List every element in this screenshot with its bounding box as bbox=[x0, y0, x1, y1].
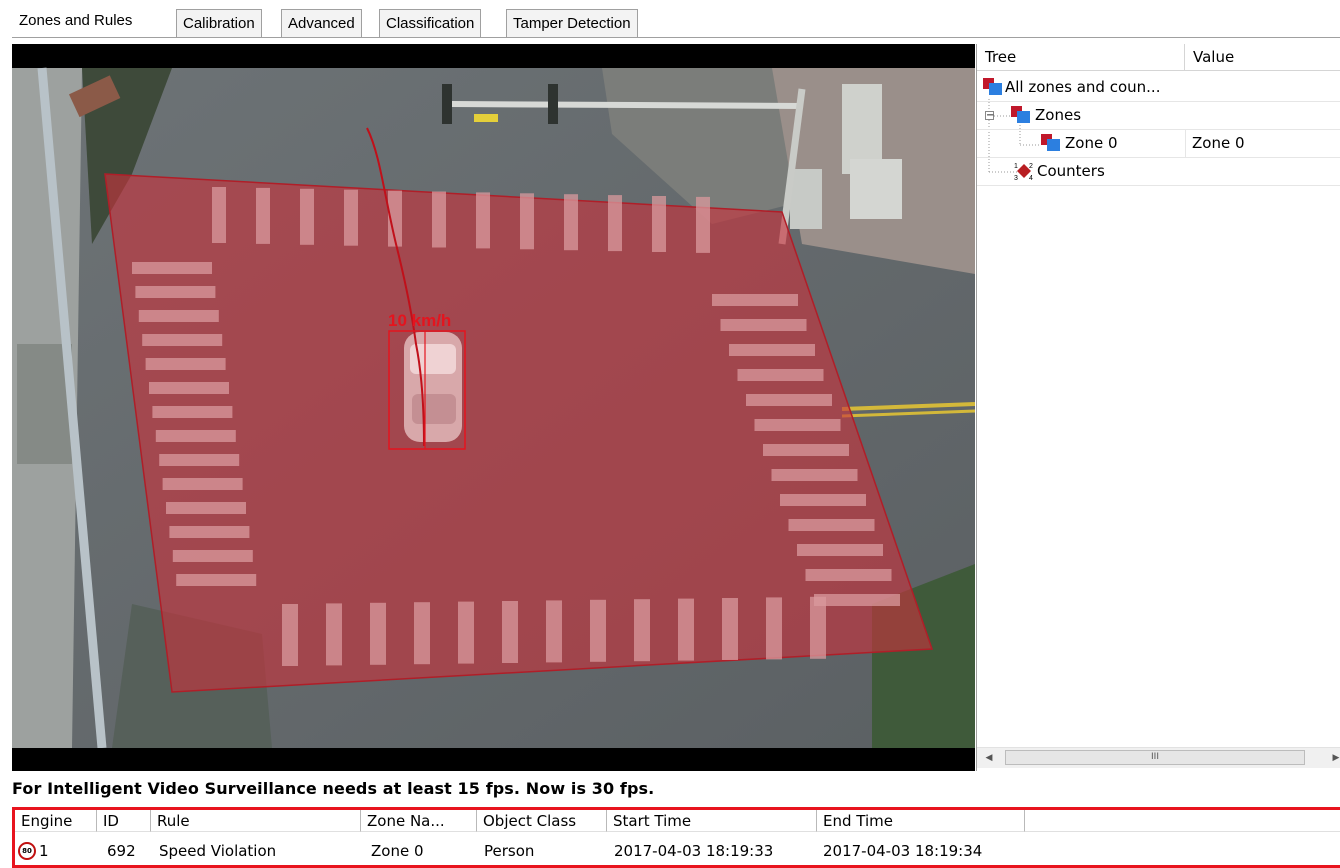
tree-item-label: Counters bbox=[1037, 162, 1105, 180]
table-row[interactable]: 80 1 692 Speed Violation Zone 0 Person 2… bbox=[15, 837, 1340, 865]
cell-zone-name: Zone 0 bbox=[371, 842, 424, 860]
zones-tree-panel: Tree Value All zones and coun... − Zones… bbox=[976, 44, 1340, 771]
column-end-time[interactable]: End Time bbox=[817, 810, 1025, 832]
tab-tamper-detection[interactable]: Tamper Detection bbox=[506, 9, 638, 37]
tab-bar: Zones and Rules Calibration Advanced Cla… bbox=[12, 6, 1340, 38]
cell-end-time: 2017-04-03 18:19:34 bbox=[823, 842, 983, 860]
tree-item-label: Zone 0 bbox=[1065, 134, 1118, 152]
tree-item-all-zones[interactable]: All zones and coun... bbox=[977, 73, 1340, 102]
svg-text:4: 4 bbox=[1029, 175, 1033, 181]
tab-calibration[interactable]: Calibration bbox=[176, 9, 262, 37]
tracked-vehicle bbox=[404, 332, 462, 442]
tree-item-value: Zone 0 bbox=[1185, 129, 1245, 157]
object-speed-label: 10 km/h bbox=[388, 311, 451, 330]
scroll-left-icon[interactable]: ◀ bbox=[979, 748, 999, 768]
column-rule[interactable]: Rule bbox=[151, 810, 361, 832]
tab-zones-and-rules[interactable]: Zones and Rules bbox=[12, 6, 140, 38]
svg-text:3: 3 bbox=[1014, 175, 1018, 181]
tab-classification[interactable]: Classification bbox=[379, 9, 482, 37]
column-filler bbox=[1025, 810, 1340, 832]
tab-advanced[interactable]: Advanced bbox=[281, 9, 362, 37]
status-message: For Intelligent Video Surveillance needs… bbox=[12, 779, 655, 798]
column-id[interactable]: ID bbox=[97, 810, 151, 832]
speed-limit-icon: 80 bbox=[18, 842, 36, 860]
camera-frame: 10 km/h bbox=[12, 44, 975, 771]
zones-icon bbox=[1011, 106, 1031, 124]
column-zone-name[interactable]: Zone Na... bbox=[361, 810, 477, 832]
video-view[interactable]: 10 km/h bbox=[12, 44, 975, 771]
column-object-class[interactable]: Object Class bbox=[477, 810, 607, 832]
svg-text:2: 2 bbox=[1029, 163, 1033, 170]
cell-object-class: Person bbox=[484, 842, 535, 860]
column-start-time[interactable]: Start Time bbox=[607, 810, 817, 832]
zone-icon bbox=[1041, 134, 1061, 152]
collapse-icon[interactable]: − bbox=[985, 111, 994, 121]
zones-icon bbox=[983, 78, 1003, 96]
tree-item-label: All zones and coun... bbox=[1005, 78, 1161, 96]
tree-item-counters[interactable]: 1 2 3 4 Counters bbox=[977, 157, 1340, 186]
events-table-header: Engine ID Rule Zone Na... Object Class S… bbox=[15, 810, 1340, 832]
svg-text:1: 1 bbox=[1014, 163, 1018, 170]
horizontal-scrollbar[interactable]: ◀ III ▶ bbox=[977, 747, 1340, 768]
cell-start-time: 2017-04-03 18:19:33 bbox=[614, 842, 774, 860]
value-column-header[interactable]: Value bbox=[1185, 44, 1340, 70]
cell-id: 692 bbox=[107, 842, 136, 860]
scrollbar-thumb[interactable]: III bbox=[1005, 750, 1305, 765]
counters-icon: 1 2 3 4 bbox=[1014, 163, 1033, 181]
cell-engine: 1 bbox=[39, 842, 49, 860]
cell-rule: Speed Violation bbox=[159, 842, 277, 860]
tree-item-label: Zones bbox=[1035, 106, 1082, 124]
scroll-right-icon[interactable]: ▶ bbox=[1326, 748, 1340, 768]
column-engine[interactable]: Engine bbox=[15, 810, 97, 832]
tree-item-zones[interactable]: − Zones bbox=[977, 101, 1340, 130]
tree-item-zone-0[interactable]: Zone 0 Zone 0 bbox=[977, 129, 1340, 158]
events-table: Engine ID Rule Zone Na... Object Class S… bbox=[12, 807, 1340, 868]
tab-divider bbox=[12, 37, 1340, 38]
